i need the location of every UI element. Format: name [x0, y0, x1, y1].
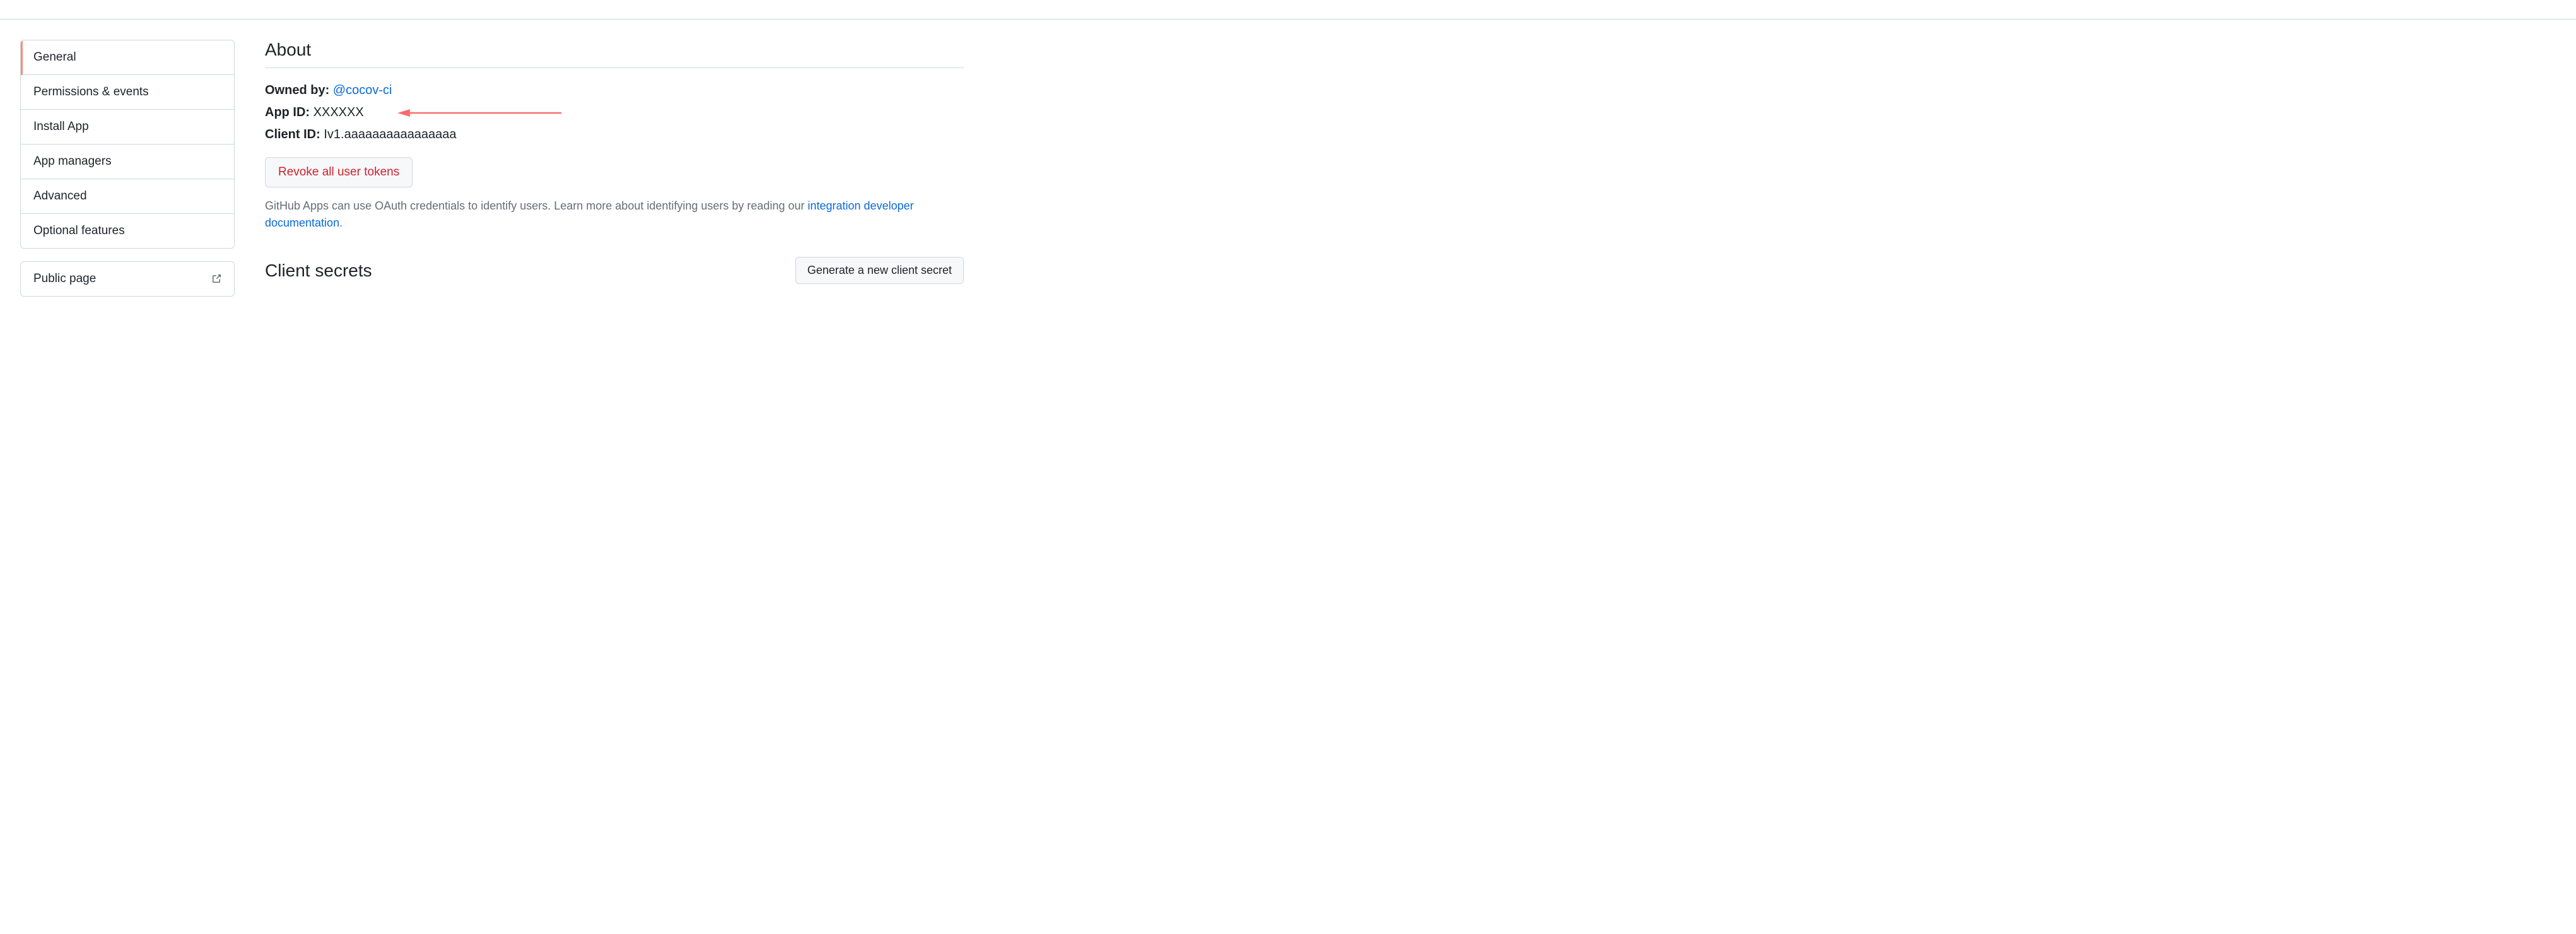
sidebar-item-advanced[interactable]: Advanced [21, 179, 234, 214]
help-text-suffix: . [339, 216, 342, 229]
owned-by-label: Owned by: [265, 83, 329, 97]
owned-by-link[interactable]: @cocov-ci [333, 83, 392, 97]
owned-by-row: Owned by: @cocov-ci [265, 83, 964, 98]
client-secrets-header-row: Client secrets Generate a new client sec… [265, 257, 964, 289]
settings-nav: General Permissions & events Install App… [20, 40, 235, 249]
client-id-value: Iv1.aaaaaaaaaaaaaaaa [324, 127, 456, 141]
client-secrets-heading: Client secrets [265, 261, 372, 281]
app-id-row: App ID: XXXXXX [265, 105, 964, 120]
revoke-all-tokens-button[interactable]: Revoke all user tokens [265, 157, 413, 187]
sidebar-item-permissions-events[interactable]: Permissions & events [21, 75, 234, 110]
sidebar: General Permissions & events Install App… [20, 40, 235, 297]
main-content: About Owned by: @cocov-ci App ID: XXXXXX… [265, 40, 964, 297]
public-page-label: Public page [33, 272, 96, 286]
public-page-box: Public page [20, 261, 235, 297]
client-id-label: Client ID: [265, 127, 320, 141]
sidebar-item-general[interactable]: General [21, 40, 234, 75]
sidebar-item-app-managers[interactable]: App managers [21, 145, 234, 179]
sidebar-item-install-app[interactable]: Install App [21, 110, 234, 145]
page-container: General Permissions & events Install App… [0, 20, 984, 317]
app-id-label: App ID: [265, 105, 310, 119]
sidebar-item-optional-features[interactable]: Optional features [21, 214, 234, 248]
app-id-value: XXXXXX [313, 105, 364, 119]
oauth-help-text: GitHub Apps can use OAuth credentials to… [265, 198, 964, 232]
generate-client-secret-button[interactable]: Generate a new client secret [795, 257, 964, 284]
public-page-link[interactable]: Public page [21, 262, 234, 296]
arrow-annotation-icon [397, 107, 561, 119]
help-text-prefix: GitHub Apps can use OAuth credentials to… [265, 199, 807, 212]
about-heading: About [265, 40, 964, 68]
client-id-row: Client ID: Iv1.aaaaaaaaaaaaaaaa [265, 127, 964, 142]
external-link-icon [211, 274, 221, 284]
